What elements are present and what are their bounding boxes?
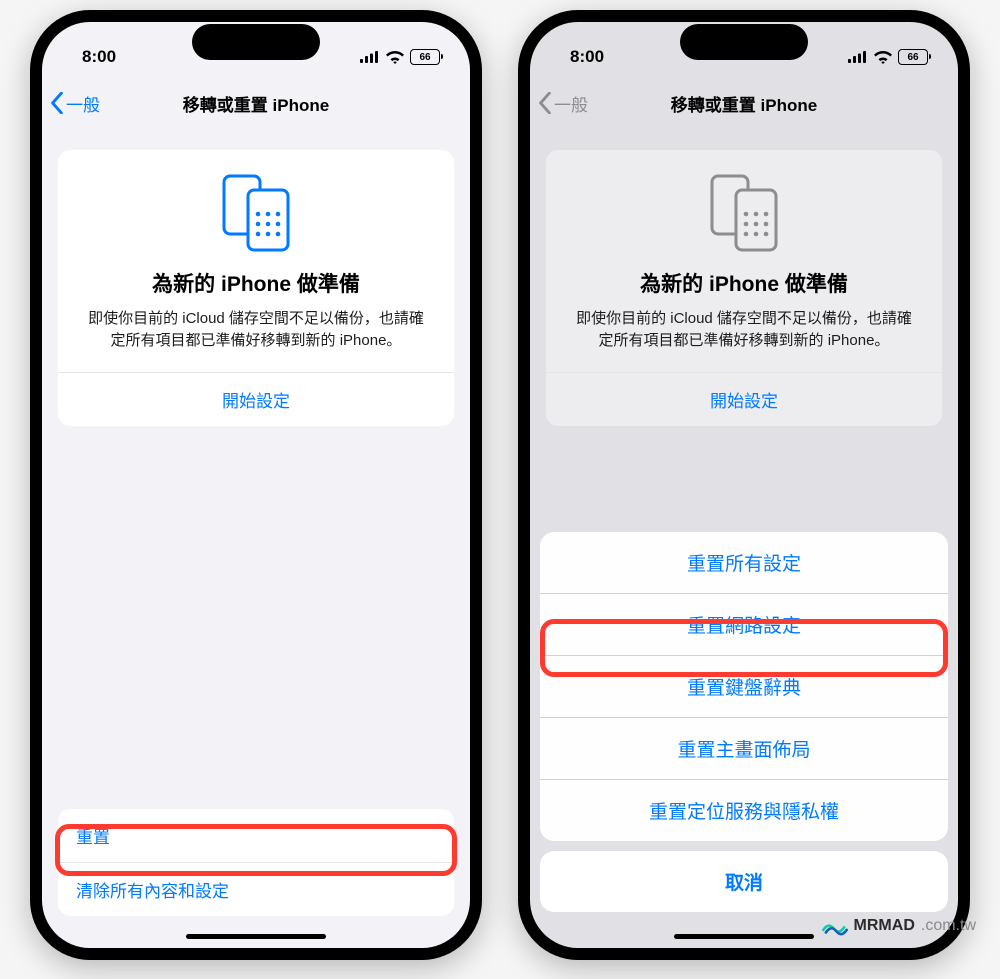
status-time: 8:00 <box>570 47 604 67</box>
chevron-left-icon <box>538 92 552 114</box>
sheet-cancel-button[interactable]: 取消 <box>540 851 948 912</box>
prepare-card: 為新的 iPhone 做準備 即使你目前的 iCloud 儲存空間不足以備份，也… <box>546 150 942 426</box>
nav-title: 移轉或重置 iPhone <box>183 91 329 116</box>
home-indicator[interactable] <box>186 934 326 939</box>
sheet-reset-keyboard[interactable]: 重置鍵盤辭典 <box>540 656 948 718</box>
cellular-icon <box>360 51 380 63</box>
phone-left: 8:00 66 一般 移轉或重置 iPhone <box>30 10 482 960</box>
start-setup-button: 開始設定 <box>546 372 942 426</box>
bottom-list: 重置 清除所有內容和設定 <box>58 809 454 916</box>
home-indicator[interactable] <box>674 934 814 939</box>
phone-right: 8:00 66 一般 移轉或重置 iPhone <box>518 10 970 960</box>
back-button[interactable]: 一般 <box>50 91 100 116</box>
dynamic-island <box>192 24 320 60</box>
battery-icon: 66 <box>410 49 440 65</box>
transfer-icon <box>78 174 434 252</box>
erase-row[interactable]: 清除所有內容和設定 <box>58 863 454 916</box>
wifi-icon <box>386 51 404 64</box>
card-title: 為新的 iPhone 做準備 <box>566 268 922 298</box>
prepare-card: 為新的 iPhone 做準備 即使你目前的 iCloud 儲存空間不足以備份，也… <box>58 150 454 426</box>
sheet-reset-network[interactable]: 重置網路設定 <box>540 594 948 656</box>
card-description: 即使你目前的 iCloud 儲存空間不足以備份，也請確定所有項目都已準備好移轉到… <box>78 308 434 352</box>
transfer-icon <box>566 174 922 252</box>
watermark-brand: MRMAD <box>854 917 915 935</box>
nav-bar: 一般 移轉或重置 iPhone <box>42 78 470 128</box>
back-button: 一般 <box>538 91 588 116</box>
wifi-icon <box>874 51 892 64</box>
dynamic-island <box>680 24 808 60</box>
sheet-reset-location[interactable]: 重置定位服務與隱私權 <box>540 780 948 841</box>
sheet-reset-all[interactable]: 重置所有設定 <box>540 532 948 594</box>
reset-row[interactable]: 重置 <box>58 809 454 863</box>
back-label: 一般 <box>66 91 100 116</box>
action-sheet: 重置所有設定 重置網路設定 重置鍵盤辭典 重置主畫面佈局 重置定位服務與隱私權 … <box>530 532 958 948</box>
watermark-domain: .com.tw <box>921 917 976 935</box>
nav-title: 移轉或重置 iPhone <box>671 91 817 116</box>
sheet-reset-home[interactable]: 重置主畫面佈局 <box>540 718 948 780</box>
battery-icon: 66 <box>898 49 928 65</box>
cellular-icon <box>848 51 868 63</box>
logo-icon <box>822 915 848 937</box>
card-title: 為新的 iPhone 做準備 <box>78 268 434 298</box>
start-setup-button[interactable]: 開始設定 <box>58 372 454 426</box>
chevron-left-icon <box>50 92 64 114</box>
card-description: 即使你目前的 iCloud 儲存空間不足以備份，也請確定所有項目都已準備好移轉到… <box>566 308 922 352</box>
status-time: 8:00 <box>82 47 116 67</box>
back-label: 一般 <box>554 91 588 116</box>
nav-bar: 一般 移轉或重置 iPhone <box>530 78 958 128</box>
watermark: MRMAD .com.tw <box>822 915 976 937</box>
